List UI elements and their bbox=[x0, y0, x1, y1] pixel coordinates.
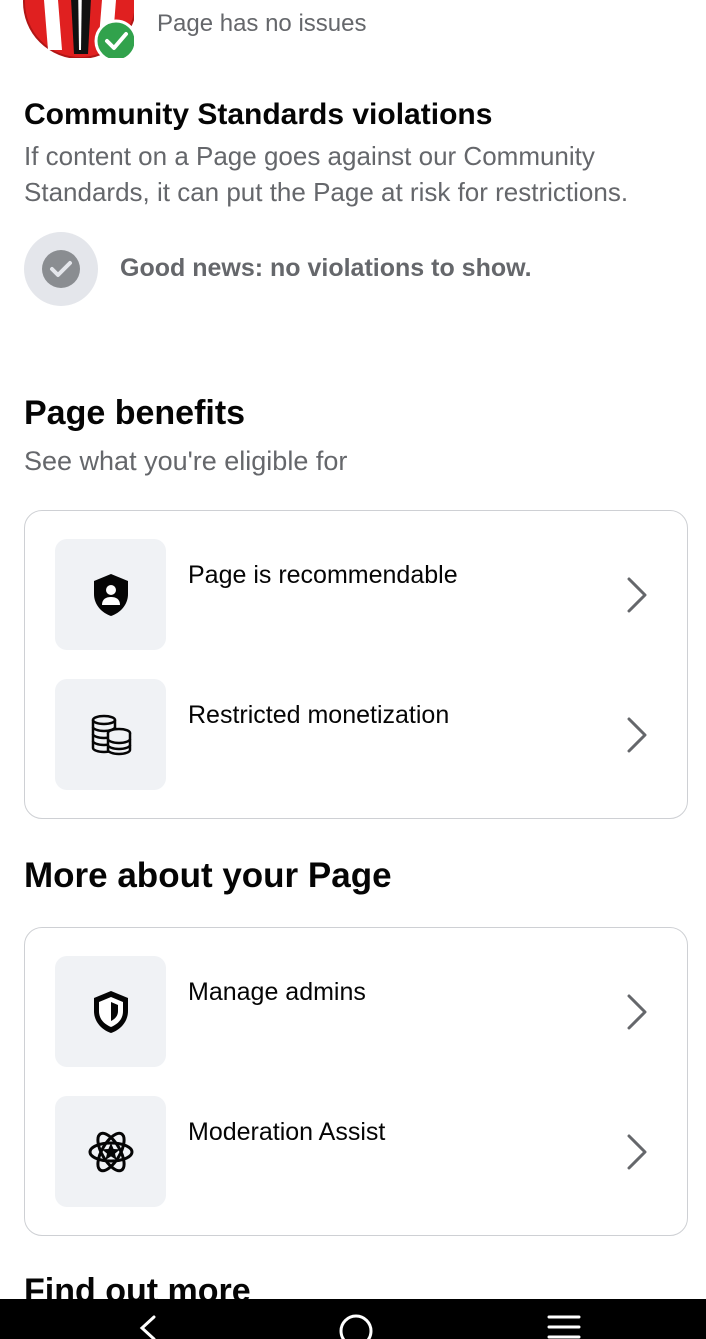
shield-icon bbox=[55, 956, 166, 1067]
more-item-label: Manage admins bbox=[188, 978, 366, 1006]
page-status-text: Page has no issues bbox=[157, 10, 367, 37]
community-standards-title: Community Standards violations bbox=[24, 98, 493, 131]
page-avatar[interactable] bbox=[22, 0, 138, 63]
system-navigation-bar bbox=[0, 1299, 706, 1339]
coins-icon bbox=[55, 679, 166, 790]
check-circle-icon bbox=[24, 232, 98, 306]
home-icon[interactable] bbox=[338, 1313, 374, 1339]
violations-status-text: Good news: no violations to show. bbox=[120, 254, 532, 282]
violations-status: Good news: no violations to show. bbox=[24, 232, 684, 306]
atom-star-icon bbox=[55, 1096, 166, 1207]
back-icon[interactable] bbox=[132, 1313, 162, 1339]
chevron-right-icon bbox=[627, 1134, 647, 1170]
chevron-right-icon bbox=[627, 577, 647, 613]
page-header: Page has no issues bbox=[0, 0, 706, 70]
more-about-title: More about your Page bbox=[24, 856, 392, 895]
benefit-item-label: Restricted monetization bbox=[188, 701, 450, 729]
benefit-item-recommendable[interactable]: Page is recommendable bbox=[25, 539, 687, 651]
benefit-item-label: Page is recommendable bbox=[188, 561, 458, 589]
more-item-label: Moderation Assist bbox=[188, 1118, 386, 1146]
page-benefits-card: Page is recommendable Restricted monetiz… bbox=[24, 510, 688, 819]
more-about-card: Manage admins Moderation Assist bbox=[24, 927, 688, 1236]
chevron-right-icon bbox=[627, 994, 647, 1030]
page-benefits-title: Page benefits bbox=[24, 394, 246, 432]
more-item-manage-admins[interactable]: Manage admins bbox=[25, 956, 687, 1068]
more-item-moderation-assist[interactable]: Moderation Assist bbox=[25, 1096, 687, 1208]
community-standards-description: If content on a Page goes against our Co… bbox=[24, 141, 629, 207]
shield-person-icon bbox=[55, 539, 166, 650]
recents-icon[interactable] bbox=[546, 1313, 582, 1339]
chevron-right-icon bbox=[627, 717, 647, 753]
benefit-item-monetization[interactable]: Restricted monetization bbox=[25, 679, 687, 791]
page-benefits-subtitle: See what you're eligible for bbox=[24, 446, 348, 476]
